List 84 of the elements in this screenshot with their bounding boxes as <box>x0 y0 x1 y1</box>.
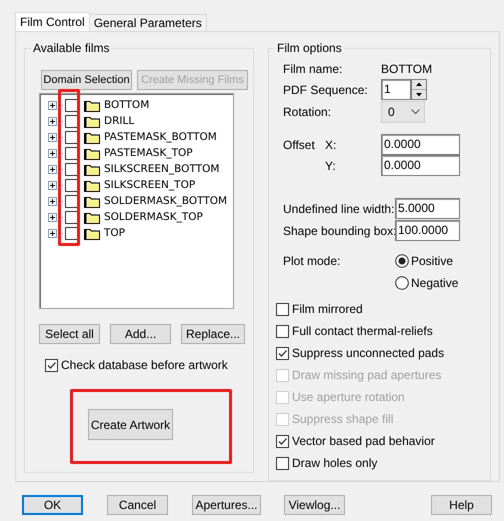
expand-icon[interactable] <box>48 100 57 110</box>
checkbox[interactable] <box>45 358 58 372</box>
film-name[interactable]: TOP <box>104 227 126 239</box>
folder-icon <box>84 162 100 176</box>
folder-icon <box>84 194 100 208</box>
radio-button[interactable] <box>395 254 409 268</box>
expand-icon[interactable] <box>48 228 57 238</box>
folder-icon <box>84 146 100 160</box>
offset-x-field[interactable]: 0.0000 <box>381 134 460 155</box>
checkbox-label[interactable]: Full contact thermal-reliefs <box>292 324 433 338</box>
expand-icon[interactable] <box>48 180 57 190</box>
bounding-box-field[interactable]: 100.0000 <box>395 220 460 241</box>
checkbox[interactable] <box>65 162 78 176</box>
checkbox-label[interactable]: Film mirrored <box>292 302 363 316</box>
radio-label[interactable]: Negative <box>411 276 458 290</box>
field-label: Shape bounding box: <box>283 224 395 238</box>
folder-icon <box>84 178 100 192</box>
expand-icon[interactable] <box>48 116 57 126</box>
folder-icon <box>84 210 100 224</box>
checkbox-label[interactable]: Check database before artwork <box>61 358 228 372</box>
field-label: Rotation: <box>283 105 332 119</box>
checkbox[interactable] <box>65 210 78 224</box>
field-label: Y: <box>325 158 337 172</box>
checkbox[interactable] <box>276 346 289 360</box>
expand-icon[interactable] <box>48 196 57 206</box>
checkbox[interactable] <box>276 324 289 338</box>
offset-y-field[interactable]: 0.0000 <box>381 155 460 176</box>
spinner-icon[interactable] <box>411 79 427 100</box>
domain-selection-button[interactable]: Domain Selection <box>41 70 132 90</box>
field-label: Film name: <box>283 62 344 76</box>
field-label: Offset <box>283 138 316 152</box>
folder-icon <box>84 114 100 128</box>
film-name[interactable]: BOTTOM <box>104 99 150 111</box>
checkbox[interactable] <box>65 130 78 144</box>
checkbox[interactable] <box>65 98 78 112</box>
checkbox-label[interactable]: Suppress unconnected pads <box>292 346 444 360</box>
expand-icon[interactable] <box>48 164 57 174</box>
expand-icon[interactable] <box>48 212 57 222</box>
film-name[interactable]: SOLDERMASK_BOTTOM <box>104 195 228 207</box>
film-name[interactable]: SILKSCREEN_TOP <box>104 179 196 191</box>
film-name[interactable]: SOLDERMASK_TOP <box>104 211 203 223</box>
folder-icon <box>84 226 100 240</box>
checkbox[interactable] <box>276 456 289 470</box>
select-all-button[interactable]: Select all <box>39 324 100 344</box>
checkbox[interactable] <box>65 146 78 160</box>
radio-label[interactable]: Positive <box>411 254 454 268</box>
create-artwork-button[interactable]: Create Artwork <box>88 409 173 440</box>
apertures-button[interactable]: Apertures... <box>192 495 261 515</box>
checkbox[interactable] <box>276 302 289 316</box>
rotation-dropdown[interactable]: 0 <box>381 101 425 123</box>
chevron-down-icon <box>411 109 420 115</box>
folder-icon <box>84 130 100 144</box>
checkbox-label[interactable]: Vector based pad behavior <box>292 434 435 448</box>
tab[interactable]: General Parameters <box>88 14 207 31</box>
help-button[interactable]: Help <box>431 495 492 515</box>
add-button[interactable]: Add... <box>110 324 171 344</box>
tab[interactable]: Film Control <box>15 12 90 31</box>
film-name[interactable]: PASTEMASK_BOTTOM <box>104 131 217 143</box>
film-name[interactable]: SILKSCREEN_BOTTOM <box>104 163 220 175</box>
ok-button[interactable]: OK <box>22 495 83 515</box>
checkbox[interactable] <box>65 226 78 240</box>
replace-button[interactable]: Replace... <box>181 324 245 344</box>
line-width-field[interactable]: 5.0000 <box>395 198 460 219</box>
field-label: X: <box>325 138 338 152</box>
film-name-value: BOTTOM <box>381 62 432 76</box>
group-title: Available films <box>31 41 112 55</box>
group-title: Film options <box>275 41 344 55</box>
field-label: Undefined line width: <box>283 202 395 216</box>
folder-icon <box>84 98 100 112</box>
pdf-sequence-field[interactable]: 1 <box>381 79 411 100</box>
film-name[interactable]: PASTEMASK_TOP <box>104 147 193 159</box>
field-label: PDF Sequence: <box>283 82 369 96</box>
field-label: Plot mode: <box>283 254 342 268</box>
checkbox[interactable] <box>65 194 78 208</box>
checkbox[interactable] <box>65 178 78 192</box>
expand-icon[interactable] <box>48 132 57 142</box>
radio-button[interactable] <box>395 276 409 290</box>
checkbox[interactable] <box>65 114 78 128</box>
viewlog-button[interactable]: Viewlog... <box>284 495 345 515</box>
expand-icon[interactable] <box>48 148 57 158</box>
checkbox-label[interactable]: Draw holes only <box>292 456 378 470</box>
film-name[interactable]: DRILL <box>104 115 134 127</box>
cancel-button[interactable]: Cancel <box>107 495 168 515</box>
checkbox[interactable] <box>276 434 289 448</box>
